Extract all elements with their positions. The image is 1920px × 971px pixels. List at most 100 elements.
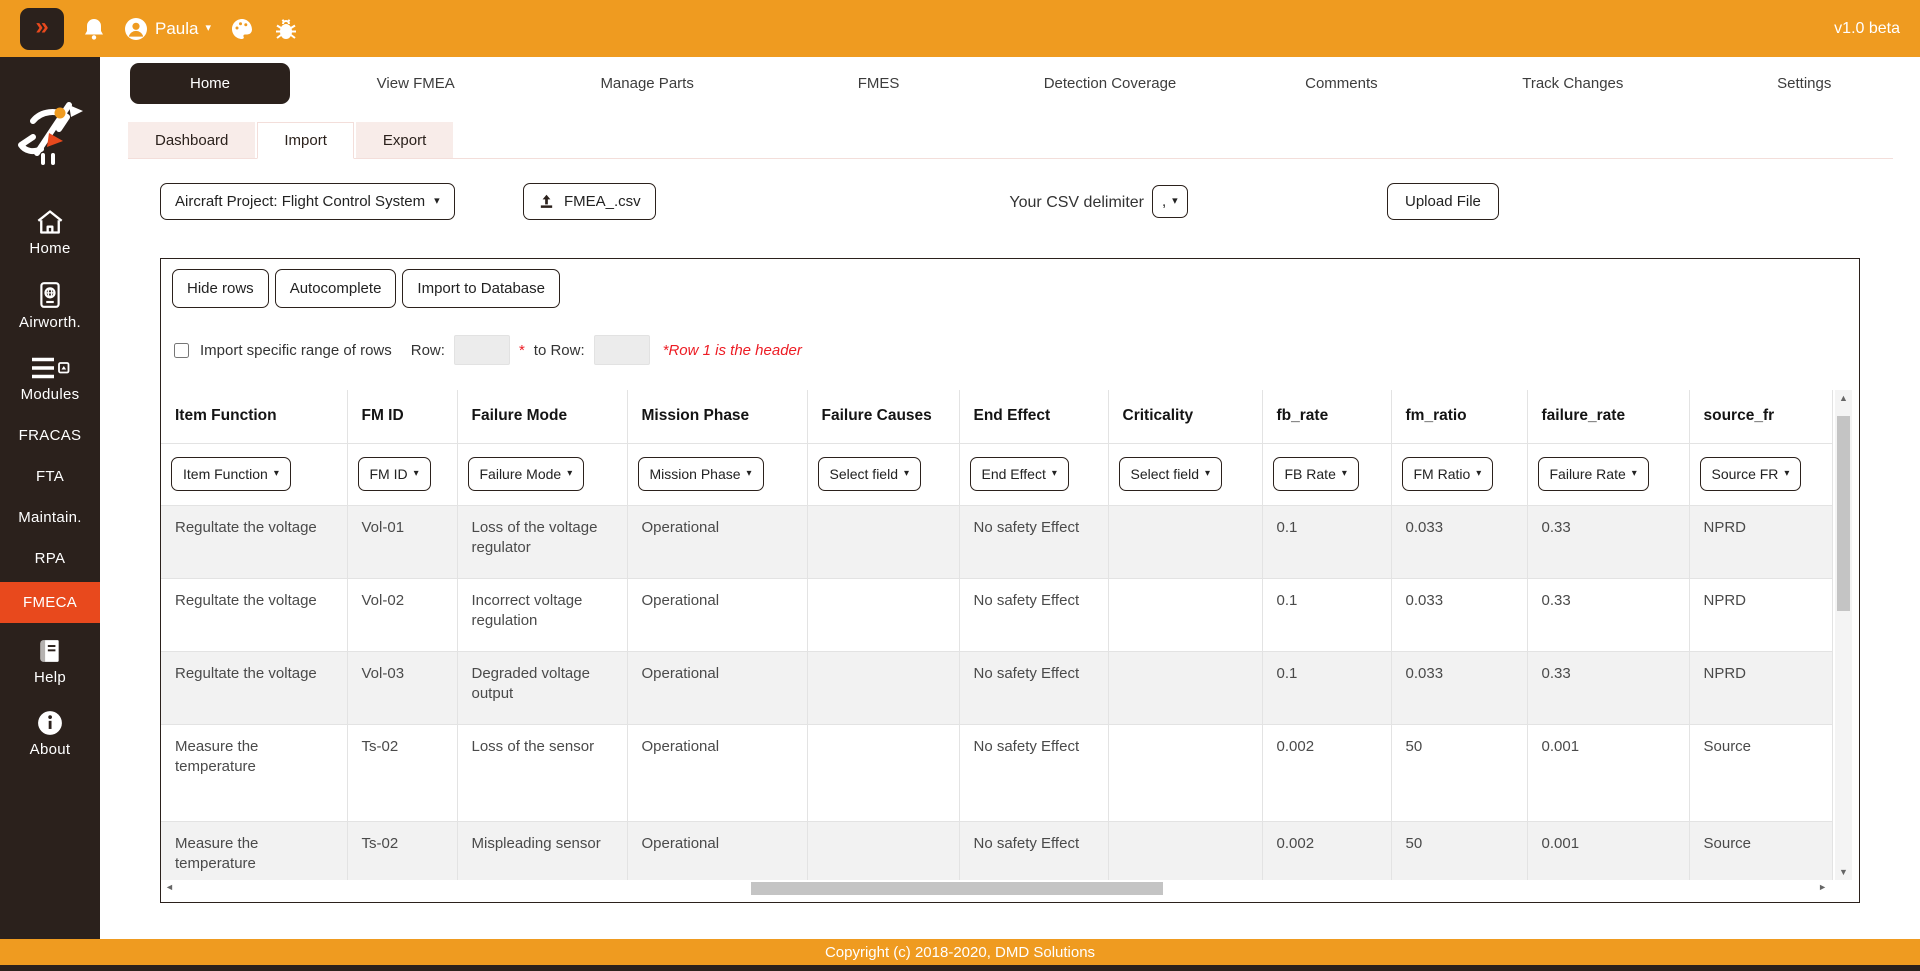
sidebar-item-maintain[interactable]: Maintain. — [0, 500, 100, 535]
subtab-dashboard[interactable]: Dashboard — [128, 122, 255, 158]
nav-tab-comments[interactable]: Comments — [1226, 75, 1457, 92]
bug-report-icon[interactable] — [273, 17, 299, 41]
filter-cell-failure-rate: Failure Rate▾ — [1527, 443, 1689, 505]
subtab-export[interactable]: Export — [356, 122, 453, 158]
import-range-checkbox[interactable] — [174, 343, 189, 358]
sidebar-item-fta[interactable]: FTA — [0, 459, 100, 494]
subtabs: DashboardImportExport — [128, 120, 1893, 159]
filter-fb-rate-button[interactable]: FB Rate▾ — [1273, 457, 1359, 491]
column-header-item-function: Item Function — [161, 390, 347, 443]
filter-source-fr-button[interactable]: Source FR▾ — [1700, 457, 1802, 491]
filter-cell-fm-id: FM ID▾ — [347, 443, 457, 505]
cell-failure-rate: 0.33 — [1527, 578, 1689, 651]
filter-mission-phase-button[interactable]: Mission Phase▾ — [638, 457, 764, 491]
theme-palette-icon[interactable] — [229, 17, 255, 41]
filter-item-function-button[interactable]: Item Function▾ — [171, 457, 291, 491]
import-range-label: Import specific range of rows — [200, 342, 392, 359]
filter-criticality-button[interactable]: Select field▾ — [1119, 457, 1223, 491]
filter-fm-ratio-button[interactable]: FM Ratio▾ — [1402, 457, 1494, 491]
nav-tab-home[interactable]: Home — [130, 63, 290, 104]
cell-mission-phase: Operational — [627, 578, 807, 651]
sidebar-item-modules[interactable]: Modules — [0, 346, 100, 412]
table-row[interactable]: Regultate the voltageVol-02Incorrect vol… — [161, 578, 1832, 651]
nav-tab-track-changes[interactable]: Track Changes — [1457, 75, 1688, 92]
import-controls: Aircraft Project: Flight Control System … — [0, 183, 1920, 225]
user-menu[interactable]: Paula ▾ — [124, 17, 211, 41]
cell-failure-mode: Loss of the sensor — [457, 724, 627, 821]
scroll-down-arrow-icon[interactable]: ▼ — [1835, 867, 1852, 877]
version-label: v1.0 beta — [1834, 20, 1900, 38]
csv-delimiter-select[interactable]: , ▾ — [1152, 185, 1188, 218]
filter-cell-mission-phase: Mission Phase▾ — [627, 443, 807, 505]
sidebar-item-rpa[interactable]: RPA — [0, 541, 100, 576]
caret-down-icon: ▾ — [1476, 469, 1481, 479]
cell-failure-rate: 0.001 — [1527, 821, 1689, 880]
table-row[interactable]: Regultate the voltageVol-03Degraded volt… — [161, 651, 1832, 724]
autocomplete-button[interactable]: Autocomplete — [275, 269, 397, 308]
horizontal-scroll-thumb[interactable] — [751, 882, 1163, 895]
scroll-left-arrow-icon[interactable]: ◄ — [165, 882, 174, 892]
cell-end-effect: No safety Effect — [959, 821, 1108, 880]
nav-tab-view-fmea[interactable]: View FMEA — [300, 75, 531, 92]
column-header-source-fr: source_fr — [1689, 390, 1832, 443]
table-row[interactable]: Measure the temperatureTs-02Mispleading … — [161, 821, 1832, 880]
caret-down-icon: ▾ — [1632, 469, 1637, 479]
cell-mission-phase: Operational — [627, 505, 807, 578]
filter-failure-rate-button[interactable]: Failure Rate▾ — [1538, 457, 1649, 491]
sidebar-collapse-button[interactable]: » — [20, 8, 64, 50]
filter-label: Failure Mode — [480, 466, 562, 482]
sidebar-nav: Home Airworth.Modules FRACAS FTA Maintain. RP… — [0, 200, 100, 767]
import-to-database-button[interactable]: Import to Database — [402, 269, 560, 308]
filter-failure-causes-button[interactable]: Select field▾ — [818, 457, 922, 491]
column-header-failure-rate: failure_rate — [1527, 390, 1689, 443]
horizontal-scrollbar[interactable]: ◄ ► — [163, 880, 1829, 897]
sidebar-item-fracas[interactable]: FRACAS — [0, 418, 100, 453]
filter-failure-mode-button[interactable]: Failure Mode ▾ — [468, 457, 585, 491]
filter-end-effect-button[interactable]: End Effect▾ — [970, 457, 1069, 491]
cell-failure-rate: 0.001 — [1527, 724, 1689, 821]
fmea-table: Item FunctionFM IDFailure ModeMission Ph… — [161, 390, 1833, 880]
cell-mission-phase: Operational — [627, 724, 807, 821]
filter-label: Item Function — [183, 466, 268, 482]
vertical-scrollbar[interactable]: ▲ ▼ — [1835, 390, 1852, 880]
sidebar-item-airworth[interactable]: Airworth. — [0, 272, 100, 340]
import-panel: Hide rowsAutocompleteImport to Database … — [160, 258, 1860, 903]
sidebar-item-about[interactable]: About — [0, 701, 100, 767]
sidebar-item-fmeca[interactable]: FMECA — [0, 582, 100, 623]
nav-tab-detection-coverage[interactable]: Detection Coverage — [994, 75, 1225, 92]
caret-down-icon: ▾ — [567, 469, 572, 479]
app-logo-bird-icon[interactable] — [13, 91, 87, 172]
row-from-input[interactable] — [454, 335, 510, 365]
nav-tab-settings[interactable]: Settings — [1689, 75, 1920, 92]
panel-actions: Hide rowsAutocompleteImport to Database — [172, 269, 560, 308]
cell-failure-mode: Mispleading sensor — [457, 821, 627, 880]
header-row-note: *Row 1 is the header — [663, 342, 802, 359]
vertical-scroll-thumb[interactable] — [1837, 416, 1850, 611]
cell-source-fr: NPRD — [1689, 505, 1832, 578]
scroll-right-arrow-icon[interactable]: ► — [1818, 882, 1827, 892]
nav-tab-manage-parts[interactable]: Manage Parts — [531, 75, 762, 92]
table-row[interactable]: Regultate the voltageVol-01Loss of the v… — [161, 505, 1832, 578]
cell-item-function: Regultate the voltage — [161, 578, 347, 651]
project-select-button[interactable]: Aircraft Project: Flight Control System … — [160, 183, 455, 220]
column-header-label: fb_rate — [1277, 407, 1329, 424]
sidebar-item-help[interactable]: Help — [0, 629, 100, 695]
table-head: Item FunctionFM IDFailure ModeMission Ph… — [161, 390, 1832, 505]
upload-file-button[interactable]: Upload File — [1387, 183, 1499, 220]
column-header-label: Mission Phase — [642, 407, 750, 424]
subtab-import[interactable]: Import — [257, 122, 354, 159]
scroll-up-arrow-icon[interactable]: ▲ — [1835, 393, 1852, 403]
csv-file-label: FMEA_.csv — [564, 193, 641, 210]
notifications-bell-icon[interactable] — [82, 17, 106, 41]
sidebar-item-label: Home — [29, 240, 70, 257]
cell-fm-id: Vol-02 — [347, 578, 457, 651]
row-to-input[interactable] — [594, 335, 650, 365]
user-name: Paula — [155, 19, 198, 39]
filter-fm-id-button[interactable]: FM ID▾ — [358, 457, 431, 491]
cell-criticality — [1108, 578, 1262, 651]
nav-tab-fmes[interactable]: FMES — [763, 75, 994, 92]
csv-file-button[interactable]: FMEA_.csv — [523, 183, 656, 220]
hide-rows-button[interactable]: Hide rows — [172, 269, 269, 308]
cell-fm-ratio: 0.033 — [1391, 651, 1527, 724]
table-row[interactable]: Measure the temperatureTs-02Loss of the … — [161, 724, 1832, 821]
